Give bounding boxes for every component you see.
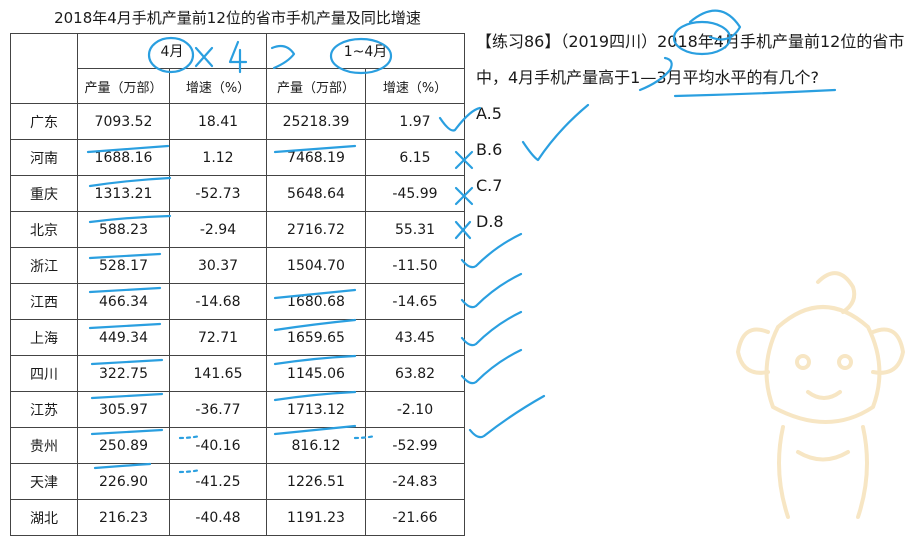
table-subheader-row: 产量（万部） 增速（%） 产量（万部） 增速（%） [11,68,465,104]
cell-apr-output: 216.23 [77,499,170,536]
table-body: 广东 7093.52 18.41 25218.39 1.97 河南 1688.16 1.12 7… [10,103,465,536]
table-row: 上海 449.34 72.71 1659.65 43.45 [10,319,465,356]
table-row: 天津 226.90 -41.25 1226.51 -24.83 [10,463,465,500]
cell-apr-growth: 30.37 [169,247,267,284]
cell-apr-growth: -52.73 [169,175,267,212]
cell-apr-output: 250.89 [77,427,170,464]
cell-apr-growth: -41.25 [169,463,267,500]
cell-ytd-growth: -24.83 [365,463,465,500]
cell-apr-output: 7093.52 [77,103,170,140]
option-d: D.8 [476,212,504,231]
table-row: 四川 322.75 141.65 1145.06 63.82 [10,355,465,392]
cell-ytd-output: 1145.06 [266,355,366,392]
table-row: 浙江 528.17 30.37 1504.70 -11.50 [10,247,465,284]
table-row: 广东 7093.52 18.41 25218.39 1.97 [10,103,465,140]
cell-apr-output: 226.90 [77,463,170,500]
table-row: 江西 466.34 -14.68 1680.68 -14.65 [10,283,465,320]
cell-province: 河南 [10,139,78,176]
cell-ytd-growth: -45.99 [365,175,465,212]
cell-ytd-growth: -14.65 [365,283,465,320]
data-table: 4月 1~4月 产量（万部） 增速（%） 产量（万部） 增速（%） 广东 7093… [10,33,465,536]
cell-apr-growth: -40.48 [169,499,267,536]
cell-ytd-growth: -52.99 [365,427,465,464]
cell-ytd-output: 1504.70 [266,247,366,284]
check-mark-3 [460,310,523,347]
cell-ytd-growth: 1.97 [365,103,465,140]
cell-apr-growth: -14.68 [169,283,267,320]
cell-apr-output: 528.17 [77,247,170,284]
cell-apr-output: 1313.21 [77,175,170,212]
cell-apr-output: 466.34 [77,283,170,320]
cell-ytd-growth: 55.31 [365,211,465,248]
question-block: 【练习86】（2019四川）2018年4月手机产量前12位的省市中，4月手机产量… [476,24,916,240]
cell-ytd-output: 7468.19 [266,139,366,176]
check-mark-2 [460,272,523,309]
cell-province: 上海 [10,319,78,356]
cell-province: 湖北 [10,499,78,536]
subheader-ytd-growth: 增速（%） [365,68,465,104]
group-header-april: 4月 [77,33,267,69]
cell-province: 广东 [10,103,78,140]
question-stem: 【练习86】（2019四川）2018年4月手机产量前12位的省市中，4月手机产量… [476,32,905,87]
subheader-apr-growth: 增速（%） [169,68,267,104]
corner-cell [10,33,78,104]
cell-ytd-growth: 6.15 [365,139,465,176]
cell-apr-output: 449.34 [77,319,170,356]
cell-apr-growth: 72.71 [169,319,267,356]
cell-apr-output: 1688.16 [77,139,170,176]
table-row: 重庆 1313.21 -52.73 5648.64 -45.99 [10,175,465,212]
cell-ytd-growth: -21.66 [365,499,465,536]
cell-apr-growth: -36.77 [169,391,267,428]
cell-province: 江苏 [10,391,78,428]
cell-apr-growth: 1.12 [169,139,267,176]
cell-ytd-output: 1226.51 [266,463,366,500]
subheader-ytd-output: 产量（万部） [266,68,366,104]
cell-ytd-growth: 43.45 [365,319,465,356]
table-row: 贵州 250.89 -40.16 816.12 -52.99 [10,427,465,464]
cell-province: 浙江 [10,247,78,284]
option-a: A.5 [476,104,502,123]
check-mark-4 [460,348,523,385]
table-row: 湖北 216.23 -40.48 1191.23 -21.66 [10,499,465,536]
table-title: 2018年4月手机产量前12位的省市手机产量及同比增速 [54,9,421,27]
table-row: 河南 1688.16 1.12 7468.19 6.15 [10,139,465,176]
table-row: 江苏 305.97 -36.77 1713.12 -2.10 [10,391,465,428]
cell-ytd-growth: 63.82 [365,355,465,392]
check-mark-5 [468,394,546,439]
cell-ytd-output: 1680.68 [266,283,366,320]
group-header-jan-apr: 1~4月 [266,33,465,69]
cell-apr-growth: 18.41 [169,103,267,140]
cell-province: 四川 [10,355,78,392]
table-header-row: 4月 1~4月 [10,33,465,104]
cell-ytd-output: 1191.23 [266,499,366,536]
option-c: C.7 [476,176,503,195]
cell-apr-output: 588.23 [77,211,170,248]
cell-ytd-growth: -11.50 [365,247,465,284]
cell-ytd-growth: -2.10 [365,391,465,428]
cell-ytd-output: 2716.72 [266,211,366,248]
cell-ytd-output: 1659.65 [266,319,366,356]
cell-ytd-output: 1713.12 [266,391,366,428]
cell-province: 重庆 [10,175,78,212]
mascot-watermark-icon [736,271,905,519]
cell-apr-growth: 141.65 [169,355,267,392]
option-b: B.6 [476,140,503,159]
cell-apr-growth: -2.94 [169,211,267,248]
cell-apr-growth: -40.16 [169,427,267,464]
cell-province: 江西 [10,283,78,320]
cell-province: 贵州 [10,427,78,464]
cell-apr-output: 305.97 [77,391,170,428]
cell-apr-output: 322.75 [77,355,170,392]
cell-ytd-output: 816.12 [266,427,366,464]
cell-ytd-output: 5648.64 [266,175,366,212]
cell-province: 天津 [10,463,78,500]
table-row: 北京 588.23 -2.94 2716.72 55.31 [10,211,465,248]
subheader-apr-output: 产量（万部） [77,68,170,104]
cell-province: 北京 [10,211,78,248]
cell-ytd-output: 25218.39 [266,103,366,140]
